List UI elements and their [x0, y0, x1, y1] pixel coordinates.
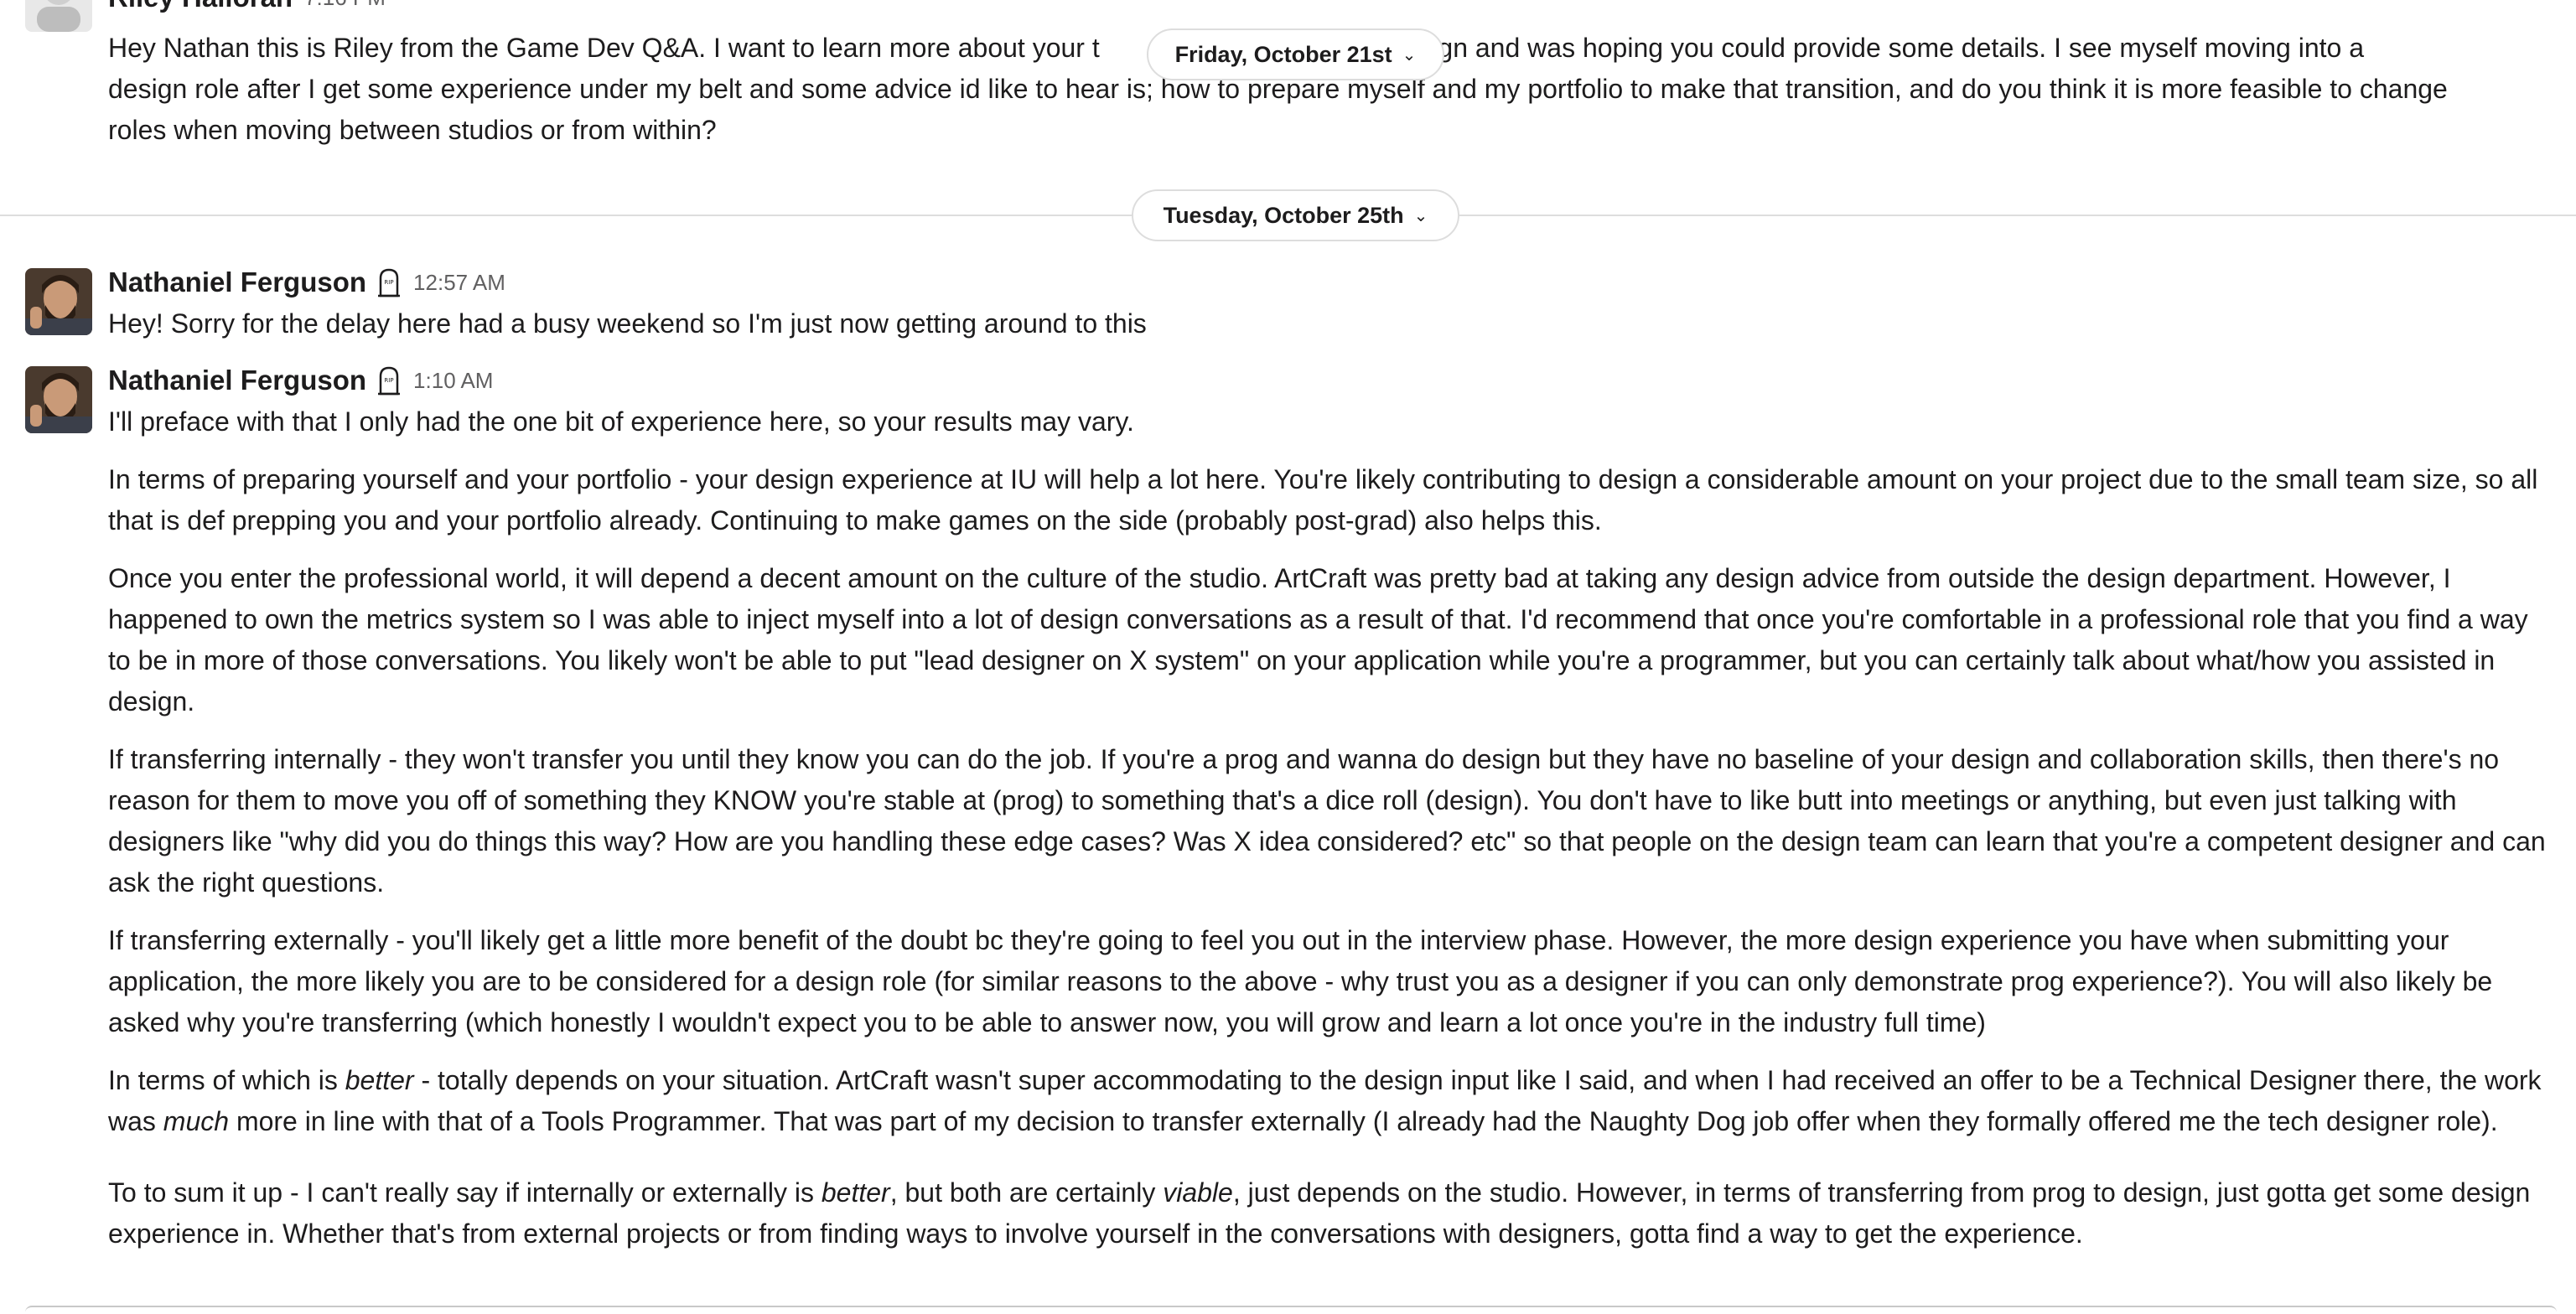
message-paragraph: If transferring externally - you'll like… — [108, 925, 2493, 1037]
message-header: Nathaniel Ferguson RIP 12:57 AM — [108, 266, 505, 298]
text-run: more in line with that of a Tools Progra… — [229, 1106, 2498, 1136]
svg-text:RIP: RIP — [384, 279, 393, 286]
message-text: I'll preface with that I only had the on… — [108, 401, 2556, 1271]
tombstone-status-icon[interactable]: RIP — [376, 365, 402, 396]
avatar[interactable] — [25, 268, 92, 335]
message-paragraph: In terms of which is better - totally de… — [108, 1060, 2556, 1142]
timestamp[interactable]: 12:57 AM — [413, 270, 505, 296]
avatar[interactable] — [25, 366, 92, 433]
date-divider-pill[interactable]: Tuesday, October 25th ⌄ — [1132, 189, 1459, 241]
author-name[interactable]: Riley Halloran — [108, 0, 293, 13]
message-line: roles when moving between studios or fro… — [108, 115, 717, 145]
composer-top-border — [25, 1306, 2557, 1314]
message-paragraph: If transferring internally - they won't … — [108, 744, 2546, 898]
message-line: ning to design and was hoping you could … — [1300, 33, 2365, 63]
text-run: , but both are certainly — [889, 1177, 1164, 1208]
text-run: In terms of which is — [108, 1065, 345, 1095]
chevron-down-icon: ⌄ — [1402, 45, 1417, 65]
italic-text: much — [163, 1106, 230, 1136]
message-paragraph: To to sum it up - I can't really say if … — [108, 1172, 2556, 1255]
avatar-nathaniel-image — [25, 366, 92, 433]
author-name[interactable]: Nathaniel Ferguson — [108, 266, 366, 298]
text-run: To to sum it up - I can't really say if … — [108, 1177, 822, 1208]
message-line: Hey Nathan this is Riley from the Game D… — [108, 33, 1100, 63]
italic-text: better — [345, 1065, 414, 1095]
chevron-down-icon: ⌄ — [1413, 206, 1428, 225]
message-header: Riley Halloran 7:16 PM — [108, 0, 386, 13]
message-paragraph: In terms of preparing yourself and your … — [108, 464, 2538, 535]
author-name[interactable]: Nathaniel Ferguson — [108, 365, 366, 396]
date-label: Friday, October 21st — [1174, 41, 1392, 67]
message-paragraph: I'll preface with that I only had the on… — [108, 406, 1134, 437]
timestamp[interactable]: 7:16 PM — [304, 0, 386, 11]
italic-text: better — [821, 1177, 890, 1208]
message-text: Hey! Sorry for the delay here had a busy… — [108, 308, 1147, 339]
avatar-riley-image — [25, 0, 92, 32]
timestamp[interactable]: 1:10 AM — [413, 368, 493, 394]
tombstone-status-icon[interactable]: RIP — [376, 267, 402, 297]
avatar[interactable] — [25, 0, 92, 32]
date-label: Tuesday, October 25th — [1163, 202, 1404, 228]
date-divider-pill[interactable]: Friday, October 21st ⌄ — [1147, 28, 1444, 80]
message-paragraph: Once you enter the professional world, i… — [108, 563, 2528, 716]
italic-text: viable — [1163, 1177, 1233, 1208]
svg-text:RIP: RIP — [384, 377, 393, 384]
message-header: Nathaniel Ferguson RIP 1:10 AM — [108, 365, 493, 396]
avatar-nathaniel-image — [25, 268, 92, 335]
